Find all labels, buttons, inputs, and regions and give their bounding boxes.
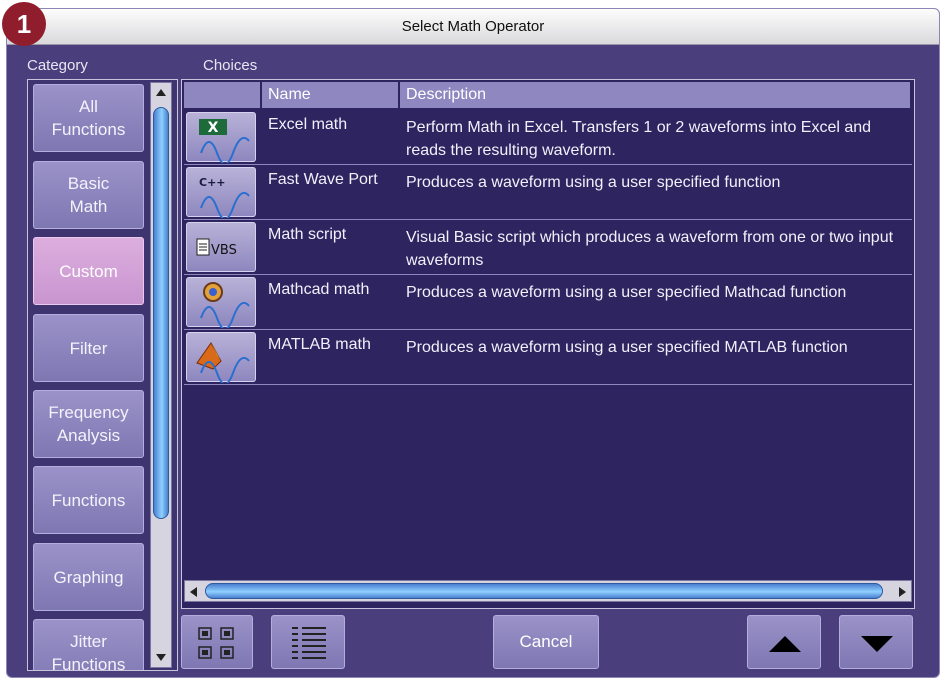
choices-horizontal-scrollbar[interactable]	[184, 580, 912, 602]
choice-description: Produces a waveform using a user specifi…	[406, 174, 781, 191]
table-row[interactable]: Mathcad math Produces a waveform using a…	[184, 275, 912, 330]
table-row[interactable]: MATLAB math Produces a waveform using a …	[184, 330, 912, 385]
move-up-button[interactable]	[747, 615, 821, 669]
list-view-icon	[292, 627, 326, 659]
choices-table: Name Description X Excel math Perform Ma…	[181, 79, 915, 609]
grid-view-icon	[198, 627, 234, 659]
table-row[interactable]: VBS Math script Visual Basic script whic…	[184, 220, 912, 275]
svg-text:X: X	[208, 120, 219, 136]
list-view-button[interactable]	[271, 615, 345, 669]
svg-text:C++: C++	[199, 176, 226, 189]
choice-name: Excel math	[268, 116, 348, 133]
description-column-header[interactable]: Description	[400, 82, 912, 108]
category-basic-math[interactable]: Basic Math	[33, 161, 144, 229]
choice-name: Fast Wave Port	[268, 171, 378, 188]
category-filter[interactable]: Filter	[33, 314, 144, 382]
category-custom[interactable]: Custom	[33, 237, 144, 305]
select-math-operator-dialog: Select Math Operator Category Choices Al…	[6, 8, 940, 678]
choice-description: Produces a waveform using a user specifi…	[406, 284, 847, 301]
horizontal-scroll-thumb[interactable]	[205, 583, 883, 599]
category-jitter-functions[interactable]: Jitter Functions	[33, 619, 144, 670]
choice-name: Math script	[268, 226, 347, 243]
cpp-icon: C++	[186, 167, 256, 218]
category-scroll-thumb[interactable]	[153, 107, 169, 519]
table-row[interactable]: X Excel math Perform Math in Excel. Tran…	[184, 110, 912, 165]
dialog-title: Select Math Operator	[7, 9, 939, 45]
name-column-header[interactable]: Name	[262, 82, 400, 108]
scroll-left-arrow-icon[interactable]	[190, 587, 197, 597]
matlab-icon	[186, 332, 256, 383]
vbs-script-icon: VBS	[186, 222, 256, 272]
choice-description: Visual Basic script which produces a wav…	[406, 229, 894, 269]
icon-view-button[interactable]	[181, 615, 253, 669]
category-graphing[interactable]: Graphing	[33, 543, 144, 611]
move-down-button[interactable]	[839, 615, 913, 669]
category-label: Category	[27, 57, 88, 74]
scroll-down-arrow-icon[interactable]	[156, 654, 166, 661]
cancel-button[interactable]: Cancel	[493, 615, 599, 669]
choice-description: Produces a waveform using a user specifi…	[406, 339, 848, 356]
step-number-badge: 1	[2, 2, 46, 46]
category-scrollbar[interactable]	[150, 82, 172, 668]
excel-icon: X	[186, 112, 256, 163]
icon-column-header	[184, 82, 262, 108]
up-arrow-icon	[769, 636, 801, 652]
scroll-right-arrow-icon[interactable]	[899, 587, 906, 597]
table-row[interactable]: C++ Fast Wave Port Produces a waveform u…	[184, 165, 912, 220]
category-frequency-analysis[interactable]: Frequency Analysis	[33, 390, 144, 458]
mathcad-icon	[186, 277, 256, 328]
choice-name: Mathcad math	[268, 281, 370, 298]
choices-label: Choices	[203, 57, 258, 74]
category-all-functions[interactable]: All Functions	[33, 84, 144, 152]
choice-name: MATLAB math	[268, 336, 371, 353]
down-arrow-icon	[861, 636, 893, 652]
category-list: All Functions Basic Math Custom Filter F…	[27, 79, 178, 671]
scroll-up-arrow-icon[interactable]	[156, 89, 166, 96]
category-functions[interactable]: Functions	[33, 466, 144, 534]
vbs-icon-label: VBS	[211, 243, 237, 258]
choice-description: Perform Math in Excel. Transfers 1 or 2 …	[406, 119, 872, 159]
